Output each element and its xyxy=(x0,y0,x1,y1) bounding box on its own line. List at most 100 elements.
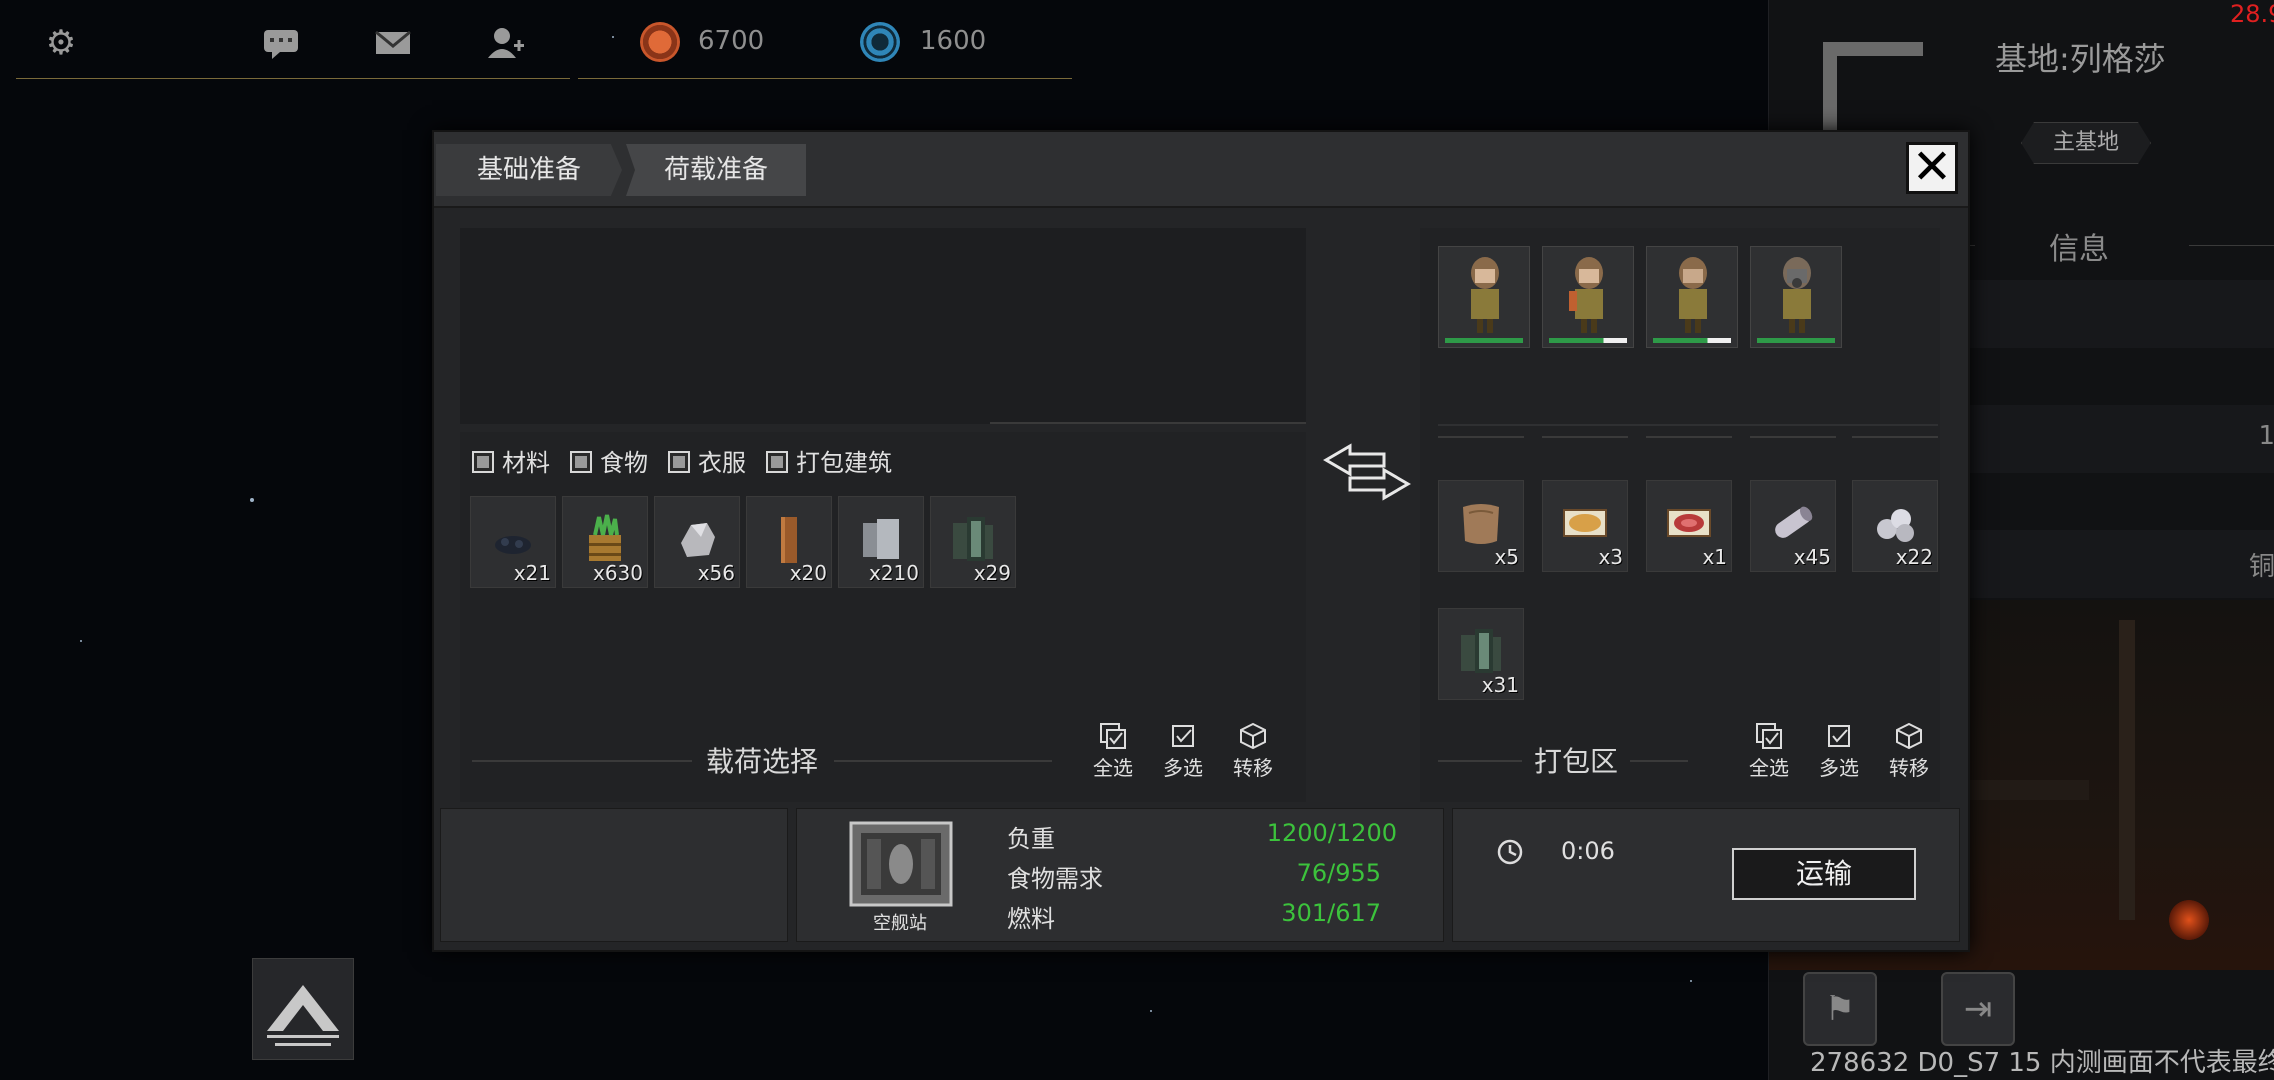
ore-icon xyxy=(495,536,531,554)
multi-select-label: 多选 xyxy=(1163,756,1203,780)
checkbox[interactable] xyxy=(668,451,690,473)
colonist-portrait xyxy=(1569,257,1603,333)
transfer-label: 转移 xyxy=(1889,756,1929,780)
divider xyxy=(1646,436,1732,438)
item-count: x3 xyxy=(1598,545,1623,569)
divider xyxy=(1542,436,1628,438)
main-base-badge: 主基地 xyxy=(2021,122,2151,164)
select-all-button[interactable]: 全选 xyxy=(1088,722,1138,781)
divider xyxy=(834,760,1052,762)
add-friend-icon[interactable] xyxy=(484,22,526,64)
item-slot-ore[interactable]: x21 xyxy=(470,496,556,588)
transfer-button[interactable]: 转移 xyxy=(1228,722,1278,781)
packed-slot-silver[interactable]: x22 xyxy=(1852,480,1938,572)
info-header[interactable]: 信息 xyxy=(2049,224,2109,268)
close-button[interactable]: ✕ xyxy=(1906,142,1958,194)
star xyxy=(250,498,254,502)
pack-select-all-button[interactable]: 全选 xyxy=(1744,722,1794,781)
travel-time: 0:06 xyxy=(1561,837,1615,865)
fuel-label: 燃料 xyxy=(1007,905,1055,933)
box-icon xyxy=(1240,722,1266,750)
mail-icon[interactable] xyxy=(372,22,414,64)
box-icon xyxy=(1896,722,1922,750)
pack-section-label: 打包区 xyxy=(1534,745,1619,778)
machine-part-icon xyxy=(953,517,993,561)
version-text: 278632 D0_S7 15 内测画面不代表最终 xyxy=(1810,1048,2274,1078)
checkbox-icon xyxy=(1172,725,1194,747)
crew-slot[interactable] xyxy=(1646,246,1738,348)
item-slot-machine-part[interactable]: x29 xyxy=(930,496,1016,588)
item-count: x21 xyxy=(513,561,551,585)
health-bar xyxy=(1549,338,1627,343)
pipe-icon xyxy=(1775,506,1813,538)
food-label: 食物需求 xyxy=(1007,865,1103,893)
dialog-header: 基础准备 荷载准备 ✕ xyxy=(434,132,1968,208)
empty-footer-panel xyxy=(440,808,788,942)
base-logo-icon xyxy=(1823,42,1923,138)
packed-slot-cloth[interactable]: x5 xyxy=(1438,480,1524,572)
payload-section-label: 载荷选择 xyxy=(706,745,819,778)
bread-icon xyxy=(1563,509,1607,537)
station-name: 空舰站 xyxy=(873,913,927,934)
colonist-portrait xyxy=(1783,257,1811,333)
crew-slot[interactable] xyxy=(1438,246,1530,348)
filter-label: 打包建筑 xyxy=(796,449,892,477)
packed-slot-pipe[interactable]: x45 xyxy=(1750,480,1836,572)
select-all-label: 全选 xyxy=(1093,756,1133,780)
filter-food[interactable]: 食物 xyxy=(570,448,648,478)
filter-label: 衣服 xyxy=(698,449,746,477)
divider xyxy=(472,760,692,762)
item-slot-vegetables[interactable]: x630 xyxy=(562,496,648,588)
item-slot-steel[interactable]: x210 xyxy=(838,496,924,588)
checkbox[interactable] xyxy=(766,451,788,473)
flag-button[interactable]: ⚑ xyxy=(1803,972,1877,1046)
exit-button[interactable]: ⇥ xyxy=(1941,972,2015,1046)
item-count: x45 xyxy=(1793,545,1831,569)
filter-clothes[interactable]: 衣服 xyxy=(668,448,746,478)
health-bar xyxy=(1757,338,1835,343)
pack-multi-select-button[interactable]: 多选 xyxy=(1814,722,1864,781)
tab-cargo-prep[interactable]: 荷载准备 xyxy=(626,144,806,196)
terrain-button[interactable] xyxy=(252,958,354,1060)
resource-bar: 6700 1600 xyxy=(578,0,1072,79)
fps-counter: 28.9 xyxy=(2230,0,2274,28)
crew-slot[interactable] xyxy=(1750,246,1842,348)
checkbox-icon xyxy=(1828,725,1850,747)
packed-slot-bread[interactable]: x3 xyxy=(1542,480,1628,572)
station-stats-panel: 空舰站 负重 1200/1200 食物需求 76/955 燃料 301/617 xyxy=(796,808,1444,942)
item-slot-stone[interactable]: x56 xyxy=(654,496,740,588)
divider xyxy=(990,422,1306,424)
station-icon xyxy=(849,821,953,907)
transport-button[interactable]: 运输 xyxy=(1732,848,1916,900)
divider xyxy=(1438,436,1524,438)
star xyxy=(1690,980,1692,982)
chat-icon[interactable] xyxy=(260,22,302,64)
select-all-icon xyxy=(1756,723,1782,749)
checkbox[interactable] xyxy=(570,451,592,473)
tab-basic-prep[interactable]: 基础准备 xyxy=(436,144,622,196)
pack-transfer-button[interactable]: 转移 xyxy=(1884,722,1934,781)
gear-icon[interactable]: ⚙ xyxy=(40,22,82,64)
clock-icon xyxy=(1497,839,1523,865)
divider xyxy=(1630,760,1688,762)
health-bar xyxy=(1653,338,1731,343)
fuel-value: 301/617 xyxy=(1281,899,1381,927)
packed-slot-meat[interactable]: x1 xyxy=(1646,480,1732,572)
machine-part-icon xyxy=(1461,629,1501,673)
filter-packed-buildings[interactable]: 打包建筑 xyxy=(766,448,892,478)
swap-arrows-icon xyxy=(1322,442,1412,502)
filter-materials[interactable]: 材料 xyxy=(472,448,550,478)
divider xyxy=(2189,245,2274,246)
checkbox[interactable] xyxy=(472,451,494,473)
transfer-label: 转移 xyxy=(1233,756,1273,780)
item-count: x20 xyxy=(789,561,827,585)
item-slot-wood[interactable]: x20 xyxy=(746,496,832,588)
packed-slot-machine-part[interactable]: x31 xyxy=(1438,608,1524,700)
divider xyxy=(1438,424,1938,426)
info-row-value: 1 xyxy=(2258,421,2274,451)
multi-select-label: 多选 xyxy=(1819,756,1859,780)
crew-slot[interactable] xyxy=(1542,246,1634,348)
item-count: x1 xyxy=(1702,545,1727,569)
item-count: x22 xyxy=(1895,545,1933,569)
multi-select-button[interactable]: 多选 xyxy=(1158,722,1208,781)
